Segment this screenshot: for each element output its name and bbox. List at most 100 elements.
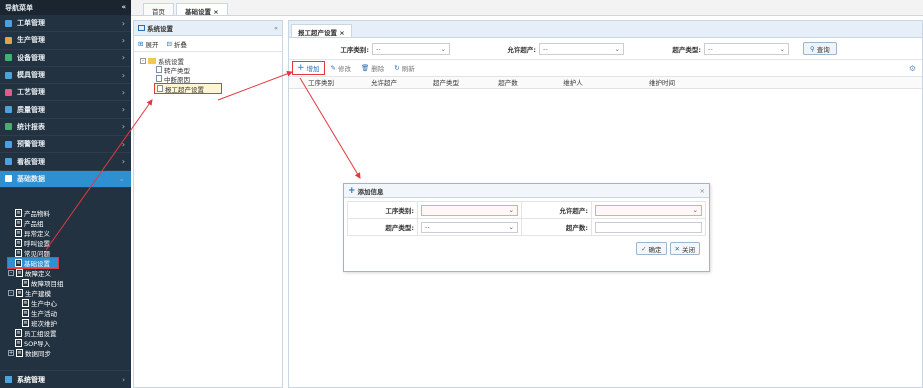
trash-icon: 🗑 — [361, 64, 370, 72]
sidebar-tree-node[interactable]: ≡ 呼叫设置 — [8, 238, 131, 248]
refresh-button[interactable]: ↻ 刷新 — [390, 62, 418, 74]
sidebar-tree-node[interactable]: ≡ 故障项目组 — [8, 278, 131, 288]
sidebar-tree-node[interactable]: ≡ 异常定义 — [8, 228, 131, 238]
tree-node-label: 产品物料 — [24, 209, 50, 218]
tree-node-label: 常见问题 — [24, 249, 50, 258]
panel-collapse-button[interactable]: « — [274, 24, 278, 32]
gear-icon[interactable]: ⚙ — [909, 64, 916, 73]
menu-icon — [5, 140, 12, 148]
search-icon: ⚲ — [810, 44, 815, 53]
sidebar-item[interactable]: 看板管理 › — [0, 153, 131, 171]
column-header[interactable]: 维护人 — [539, 77, 607, 88]
tree-node-overproduction-settings[interactable]: 报工超产设置 — [154, 83, 222, 94]
tree-node-system-settings[interactable]: - 系统设置 — [140, 56, 282, 66]
tab-basic-settings[interactable]: 基础设置 × — [176, 3, 228, 16]
close-button[interactable]: ✕ 关闭 — [669, 242, 700, 255]
sidebar-tree-node[interactable]: ≡ 员工组设置 — [8, 328, 131, 338]
tree-node-interrupt-reason[interactable]: 中断原因 — [140, 74, 282, 84]
chevron-right-icon: › — [121, 87, 125, 97]
sidebar-item-label: 预警管理 — [17, 140, 45, 149]
sidebar-tree-node[interactable]: ≡ 生产中心 — [8, 298, 131, 308]
expand-icon: ⊞ — [138, 39, 144, 48]
sidebar-collapse-button[interactable]: « — [121, 3, 126, 12]
sidebar-tree-node[interactable]: ≡ 班次维护 — [8, 318, 131, 328]
tab-home[interactable]: 首页 — [143, 3, 174, 16]
sidebar-tree-node[interactable]: ≡ 产品物料 — [8, 208, 131, 218]
column-header[interactable]: 工序类别 — [289, 77, 353, 88]
process-category-label: 工序类别: — [340, 45, 369, 54]
sidebar-tree-node[interactable]: + ≡ 数据同步 — [8, 348, 131, 358]
fold-button[interactable]: ⊟ 折叠 — [166, 39, 186, 49]
sidebar-item[interactable]: 质量管理 › — [0, 101, 131, 119]
close-icon: ✕ — [674, 244, 680, 253]
sidebar-item[interactable]: 设备管理 › — [0, 50, 131, 67]
sidebar-tree-node[interactable]: ≡ 常见问题 — [8, 248, 131, 258]
plus-icon: + — [297, 63, 305, 73]
overproduction-type-label: 超产类型: — [672, 45, 701, 54]
main-tab-bar: 报工超产设置 × — [289, 21, 922, 38]
tree-node-label: 班次维护 — [31, 319, 57, 328]
overproduction-count-input[interactable] — [595, 221, 702, 233]
close-icon[interactable]: × — [700, 187, 705, 195]
collapse-toggle-icon[interactable]: - — [8, 289, 14, 296]
confirm-label: 确定 — [648, 245, 662, 254]
sidebar-item[interactable]: 模具管理 › — [0, 67, 131, 85]
allow-overproduction-label: 允许超产: — [507, 45, 536, 54]
chevron-right-icon: › — [121, 53, 125, 63]
collapse-toggle-icon[interactable]: - — [140, 57, 146, 64]
refresh-label: 刷新 — [401, 65, 415, 73]
chevron-right-icon: › — [121, 70, 125, 80]
sidebar-item[interactable]: 基础数据 ⌄ — [0, 170, 131, 188]
edit-button[interactable]: ✎ 修改 — [327, 62, 355, 74]
sidebar-tree-node[interactable]: ≡ 生产活动 — [8, 308, 131, 318]
sidebar-tree-node[interactable]: ≡ 产品组 — [8, 218, 131, 228]
sidebar-item-label: 看板管理 — [17, 157, 45, 166]
sidebar-tree-node[interactable]: - ≡ 生产建模 — [8, 288, 131, 298]
menu-icon — [5, 175, 12, 183]
column-header[interactable]: 超产类型 — [415, 77, 477, 88]
column-header[interactable]: 超产数 — [477, 77, 539, 88]
expand-toggle-icon[interactable]: + — [8, 349, 14, 356]
sidebar-tree-node[interactable]: ≡ 基础设置 — [7, 256, 59, 269]
document-icon: ≡ — [15, 248, 22, 257]
collapse-toggle-icon[interactable]: - — [8, 269, 14, 276]
document-icon: ≡ — [22, 298, 29, 307]
allow-overproduction-select[interactable]: -- ⌄ — [539, 42, 624, 55]
confirm-button[interactable]: ✓ 确定 — [636, 242, 667, 255]
dialog-body: 工序类别: ⌄ 允许超产: ⌄ 超产类型: -- ⌄ 超产数: ✓ 确定 ✕ 关闭 — [344, 198, 709, 258]
tree-node-label: 生产活动 — [31, 309, 57, 318]
column-header[interactable]: 维护时间 — [607, 77, 717, 88]
tree-node-changeover-type[interactable]: 转产类型 — [140, 65, 282, 75]
tab-overproduction-settings[interactable]: 报工超产设置 × — [291, 24, 352, 37]
sidebar-item-label: 质量管理 — [17, 105, 45, 114]
sidebar-tree-node[interactable]: ≡ SOP导入 — [8, 338, 131, 348]
expand-button[interactable]: ⊞ 展开 — [138, 39, 158, 49]
allow-overproduction-select[interactable]: ⌄ — [595, 204, 702, 216]
sidebar-item[interactable]: 工艺管理 › — [0, 84, 131, 102]
select-value: -- — [425, 223, 430, 231]
tree-toolbar: ⊞ 展开 ⊟ 折叠 — [134, 36, 282, 52]
document-icon: ≡ — [15, 208, 22, 217]
overproduction-type-select[interactable]: -- ⌄ — [704, 42, 789, 55]
process-category-select[interactable]: -- ⌄ — [372, 42, 450, 55]
process-category-select[interactable]: ⌄ — [421, 204, 518, 216]
sidebar-item[interactable]: 工单管理 › — [0, 15, 131, 33]
query-button[interactable]: ⚲ 查询 — [803, 42, 837, 55]
sidebar-item[interactable]: 统计报表 › — [0, 119, 131, 137]
sidebar-item-label: 系统管理 — [17, 375, 45, 384]
sidebar-item-label: 基础数据 — [17, 174, 45, 183]
document-icon — [157, 85, 163, 92]
menu-icon — [5, 36, 12, 44]
dialog-buttons: ✓ 确定 ✕ 关闭 — [347, 236, 706, 255]
sidebar-item[interactable]: 预警管理 › — [0, 136, 131, 154]
delete-button[interactable]: 🗑 删除 — [357, 62, 388, 74]
dialog-title: 添加信息 — [357, 187, 384, 196]
column-header[interactable]: 允许超产 — [353, 77, 415, 88]
sidebar-item[interactable]: 生产管理 › — [0, 32, 131, 50]
overproduction-type-select[interactable]: -- ⌄ — [421, 221, 518, 233]
menu-icon — [5, 71, 12, 79]
sidebar-item-system[interactable]: 系统管理 › — [0, 370, 131, 388]
sidebar-tree-node[interactable]: - ≡ 故障定义 — [8, 268, 131, 278]
add-button[interactable]: + 增加 — [292, 61, 325, 75]
sidebar-header: 导航菜单 « — [0, 0, 131, 15]
